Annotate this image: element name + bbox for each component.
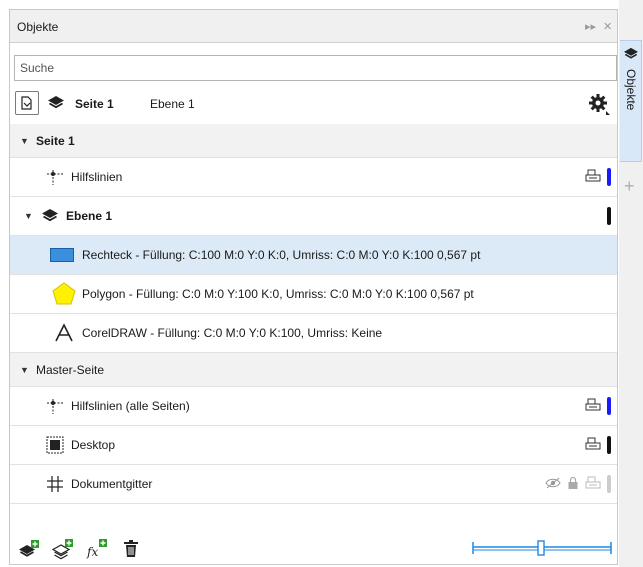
search-input[interactable]	[15, 56, 616, 80]
document-grid-row[interactable]: Dokumentgitter	[10, 465, 617, 504]
docker-titlebar: Objekte ▸▸ ✕	[10, 10, 617, 43]
object-label: Polygon - Füllung: C:0 M:0 Y:100 K:0, Um…	[82, 287, 474, 301]
object-row-text[interactable]: CorelDRAW - Füllung: C:0 M:0 Y:0 K:100, …	[10, 314, 617, 353]
guides-label: Hilfslinien	[71, 170, 123, 184]
layer-stack-icon[interactable]	[46, 93, 66, 113]
add-docker-icon[interactable]: +	[624, 176, 635, 197]
layer-row-controls	[607, 197, 611, 235]
layer-color-bar	[607, 475, 611, 493]
guides-icon	[45, 396, 65, 416]
object-label: Rechteck - Füllung: C:100 M:0 Y:0 K:0, U…	[82, 248, 481, 262]
rectangle-icon	[50, 247, 74, 263]
object-label: CorelDRAW - Füllung: C:0 M:0 Y:0 K:100, …	[82, 326, 383, 340]
current-page-label[interactable]: Seite 1	[75, 97, 114, 111]
master-guides-row[interactable]: Hilfslinien (alle Seiten)	[10, 387, 617, 426]
printer-icon[interactable]	[585, 476, 601, 493]
zoom-slider[interactable]	[472, 540, 612, 556]
master-guides-controls	[585, 387, 611, 425]
master-guides-label: Hilfslinien (alle Seiten)	[71, 399, 190, 413]
close-icon[interactable]: ✕	[603, 20, 612, 33]
pentagon-icon	[52, 282, 76, 306]
object-row-rectangle[interactable]: Rechteck - Füllung: C:100 M:0 Y:0 K:0, U…	[10, 236, 617, 275]
layer-color-bar	[607, 168, 611, 186]
layer-label: Ebene 1	[66, 209, 113, 223]
expand-triangle-icon[interactable]: ▼	[20, 136, 29, 146]
desktop-controls	[585, 426, 611, 464]
docker-toolbar: Seite 1 Ebene 1	[10, 86, 617, 122]
page-section-label: Seite 1	[36, 133, 75, 148]
docker-title: Objekte	[17, 20, 59, 34]
grid-icon	[45, 474, 65, 494]
new-layer-icon[interactable]	[18, 538, 40, 560]
page-icon[interactable]	[15, 91, 39, 115]
current-layer-label[interactable]: Ebene 1	[150, 97, 195, 111]
expand-triangle-icon[interactable]: ▼	[24, 211, 33, 221]
docker-bottom-toolbar: fx	[10, 532, 617, 564]
guides-row[interactable]: Hilfslinien	[10, 158, 617, 197]
layer-stack-icon	[623, 47, 639, 64]
docker-tab-label: Objekte	[624, 69, 638, 111]
document-grid-controls	[545, 465, 611, 503]
desktop-icon	[45, 435, 65, 455]
desktop-label: Desktop	[71, 438, 116, 452]
expand-triangle-icon[interactable]: ▼	[20, 365, 29, 375]
new-master-layer-icon[interactable]	[52, 538, 74, 560]
layer-row[interactable]: ▼ Ebene 1	[10, 197, 617, 236]
eye-icon[interactable]	[545, 477, 561, 492]
layer-stack-icon	[40, 206, 60, 226]
printer-icon[interactable]	[585, 437, 601, 454]
printer-icon[interactable]	[585, 398, 601, 415]
objects-docker-tab[interactable]: Objekte	[620, 40, 642, 162]
collapse-arrows-icon[interactable]: ▸▸	[585, 20, 596, 33]
layer-color-bar	[607, 436, 611, 454]
svg-text:fx: fx	[86, 545, 98, 559]
layer-color-bar	[607, 397, 611, 415]
lock-icon[interactable]	[567, 476, 579, 493]
master-section-row[interactable]: ▼ Master-Seite	[10, 353, 617, 387]
desktop-row[interactable]: Desktop	[10, 426, 617, 465]
page-section-row[interactable]: ▼ Seite 1	[10, 124, 617, 158]
gear-icon[interactable]	[586, 91, 612, 117]
new-effect-layer-icon[interactable]: fx	[86, 538, 108, 560]
object-tree: ▼ Seite 1 Hilfslinien ▼ Ebene 1 Rechteck…	[10, 124, 617, 504]
layer-color-bar	[607, 207, 611, 225]
objects-docker: Objekte ▸▸ ✕ Seite 1 Ebene 1	[9, 9, 618, 565]
master-section-label: Master-Seite	[36, 362, 105, 377]
trash-icon[interactable]	[120, 538, 142, 560]
text-icon	[54, 323, 74, 343]
object-row-polygon[interactable]: Polygon - Füllung: C:0 M:0 Y:100 K:0, Um…	[10, 275, 617, 314]
search-field[interactable]	[14, 55, 617, 81]
printer-icon[interactable]	[585, 169, 601, 186]
guides-row-controls	[585, 158, 611, 196]
document-grid-label: Dokumentgitter	[71, 477, 153, 491]
guides-icon	[45, 167, 65, 187]
